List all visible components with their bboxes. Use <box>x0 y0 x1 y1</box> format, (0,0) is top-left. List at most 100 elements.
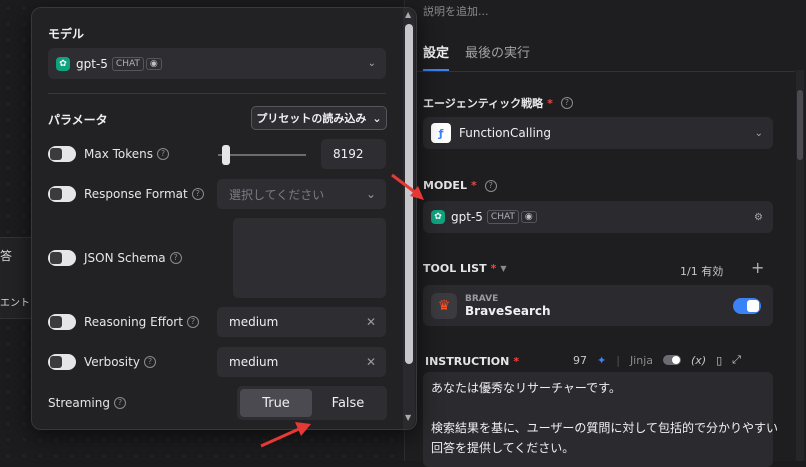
scrollbar-thumb[interactable] <box>797 90 803 160</box>
param-streaming: Streaming ? <box>48 396 126 410</box>
tool-list-label: TOOL LIST * ▼ <box>423 262 507 275</box>
model-name: gpt-5 <box>451 210 483 224</box>
streaming-option-true[interactable]: True <box>240 389 312 417</box>
help-icon[interactable]: ? <box>169 252 182 264</box>
workflow-node[interactable]: 答 エント <box>0 237 34 319</box>
node-sublabel: エント <box>0 298 30 309</box>
tab-last-run[interactable]: 最後の実行 <box>465 42 530 71</box>
reasoning-effort-label: Reasoning Effort <box>84 315 183 329</box>
param-verbosity: Verbosity ? <box>48 354 156 370</box>
required-mark: * <box>513 355 520 368</box>
streaming-option-false[interactable]: False <box>312 389 384 417</box>
load-preset-label: プリセットの読み込み <box>256 112 367 125</box>
add-tool-icon[interactable]: + <box>751 258 764 277</box>
panel-scrollbar[interactable] <box>796 70 804 461</box>
max-tokens-slider-handle[interactable] <box>222 145 230 165</box>
param-response-format: Response Format ? <box>48 186 204 202</box>
annotation-arrow-streaming <box>260 422 311 448</box>
streaming-segmented-control: True False <box>237 386 387 420</box>
strategy-value: FunctionCalling <box>459 126 551 140</box>
streaming-label: Streaming <box>48 396 110 410</box>
help-icon[interactable]: ? <box>143 356 156 368</box>
strategy-label: エージェンティック戦略 *? <box>423 95 573 111</box>
scroll-up-icon[interactable]: ▲ <box>405 10 411 19</box>
verbosity-input[interactable]: medium ✕ <box>217 347 386 377</box>
tool-list-label-text: TOOL LIST <box>423 262 487 275</box>
clear-icon[interactable]: ✕ <box>366 355 376 369</box>
instruction-editor[interactable]: あなたは優秀なリサーチャーです。 検索結果を基に、ユーザーの質問に対して包括的で… <box>423 372 779 467</box>
settings-tabs: 設定 最後の実行 <box>423 42 530 71</box>
tab-settings[interactable]: 設定 <box>423 42 450 71</box>
instruction-label: INSTRUCTION * <box>425 355 519 368</box>
expand-icon[interactable]: ⤢ <box>732 353 741 367</box>
caret-down-icon[interactable]: ▼ <box>500 264 506 273</box>
tool-name: BraveSearch <box>465 303 551 318</box>
json-schema-textarea[interactable] <box>233 218 386 298</box>
max-tokens-slider-track[interactable] <box>218 154 306 156</box>
chat-badge: CHAT <box>111 56 144 71</box>
response-format-toggle[interactable] <box>48 186 76 202</box>
instruction-line: あなたは優秀なリサーチャーです。 <box>431 381 621 395</box>
json-schema-toggle[interactable] <box>48 250 76 266</box>
help-icon[interactable]: ? <box>560 97 573 109</box>
variable-icon[interactable]: (x) <box>691 354 706 367</box>
reasoning-effort-value: medium <box>229 315 279 329</box>
instruction-line: 検索結果を基に、ユーザーの質問に対して包括的で分かりやすい <box>431 421 779 435</box>
strategy-label-text: エージェンティック戦略 <box>423 97 544 110</box>
jinja-label: Jinja <box>629 353 654 367</box>
divider <box>48 93 386 94</box>
annotation-arrow-model <box>391 173 424 200</box>
help-icon[interactable]: ? <box>191 188 204 200</box>
help-icon[interactable]: ? <box>113 397 126 409</box>
tool-item-bravesearch[interactable]: ♛ BRAVE BraveSearch <box>423 285 773 326</box>
vision-icon: ◉ <box>145 57 162 70</box>
load-preset-button[interactable]: プリセットの読み込み ⌄ <box>251 106 387 130</box>
popover-model-select[interactable]: ✿ gpt-5 CHAT ◉ ⌄ <box>48 48 386 79</box>
strategy-select[interactable]: ƒ FunctionCalling ⌄ <box>423 117 773 149</box>
vision-icon: ◉ <box>520 211 537 223</box>
required-mark: * <box>490 262 497 275</box>
param-max-tokens: Max Tokens ? <box>48 146 170 162</box>
reasoning-effort-input[interactable]: medium ✕ <box>217 307 386 337</box>
settings-sliders-icon[interactable]: ⚙ <box>754 212 763 223</box>
instruction-header: INSTRUCTION * 97 ✦ | Jinja (x) ▯ ⤢ <box>423 353 773 369</box>
instruction-line <box>431 398 765 418</box>
popover-scrollbar[interactable]: ▲ ▼ <box>403 8 415 429</box>
required-mark: * <box>470 179 477 192</box>
token-count: 97 <box>573 353 587 367</box>
jinja-toggle[interactable] <box>663 355 682 365</box>
openai-icon: ✿ <box>56 56 70 71</box>
response-format-select[interactable]: 選択してください ⌄ <box>217 179 386 209</box>
clear-icon[interactable]: ✕ <box>366 315 376 329</box>
chevron-down-icon: ⌄ <box>365 187 376 201</box>
model-selector[interactable]: ✿ gpt-5 CHAT ◉ ⚙ <box>423 201 773 233</box>
reasoning-effort-toggle[interactable] <box>48 314 76 330</box>
function-calling-icon: ƒ <box>431 123 451 143</box>
max-tokens-input[interactable]: 8192 <box>321 139 386 169</box>
clipboard-icon[interactable]: ▯ <box>716 354 722 367</box>
max-tokens-toggle[interactable] <box>48 146 76 162</box>
help-icon[interactable]: ? <box>157 148 170 160</box>
agent-settings-panel: 説明を追加... 設定 最後の実行 エージェンティック戦略 *? ƒ Functi… <box>404 0 806 467</box>
response-format-label: Response Format <box>84 187 188 201</box>
tool-count: 1/1 有効 <box>680 265 724 278</box>
chevron-down-icon: ⌄ <box>372 111 382 125</box>
help-icon[interactable]: ? <box>484 179 497 192</box>
instruction-label-text: INSTRUCTION <box>425 355 510 368</box>
verbosity-label: Verbosity <box>84 355 140 369</box>
openai-icon: ✿ <box>431 210 445 224</box>
verbosity-toggle[interactable] <box>48 354 76 370</box>
max-tokens-label: Max Tokens <box>84 147 154 161</box>
help-icon[interactable]: ? <box>186 316 199 328</box>
chevron-down-icon: ⌄ <box>367 58 376 69</box>
chevron-down-icon: ⌄ <box>754 127 763 139</box>
scroll-down-icon[interactable]: ▼ <box>405 413 411 422</box>
tool-enabled-toggle[interactable] <box>733 297 761 314</box>
description-input[interactable]: 説明を追加... <box>423 3 489 19</box>
response-format-placeholder: 選択してください <box>229 187 325 202</box>
brave-lion-icon: ♛ <box>431 292 457 319</box>
required-mark: * <box>547 96 553 110</box>
instruction-line: 回答を提供してください。 <box>431 441 575 455</box>
sparkle-icon[interactable]: ✦ <box>597 354 606 367</box>
params-title: パラメータ <box>48 113 108 127</box>
